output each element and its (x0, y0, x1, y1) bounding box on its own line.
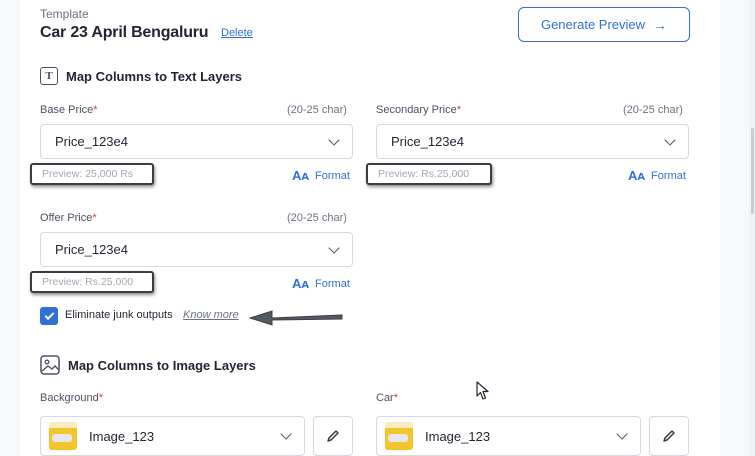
text-layers-section-title: T Map Columns to Text Layers (40, 67, 242, 85)
secondary-price-preview: Preview: Rs.25,000 (366, 163, 492, 185)
offer-price-preview: Preview: Rs.25,000 (30, 271, 154, 293)
offer-price-label-text: Offer Price (40, 212, 93, 224)
scrollbar-thumb[interactable] (751, 128, 754, 214)
offer-price-label: Offer Price* (40, 212, 97, 224)
car-edit-button[interactable] (649, 416, 689, 456)
required-marker: * (92, 212, 97, 224)
secondary-price-format-button[interactable]: Aᴀ Format (628, 168, 686, 183)
annotation-arrow-icon (248, 310, 343, 326)
chevron-down-icon (664, 134, 676, 146)
base-price-label-text: Base Price (40, 104, 94, 116)
car-value: Image_123 (425, 428, 491, 444)
checkmark-icon (44, 309, 54, 320)
background-label-text: Background (40, 392, 99, 404)
background-value: Image_123 (89, 428, 155, 444)
offer-price-format-button[interactable]: Aᴀ Format (292, 276, 350, 291)
format-label: Format (651, 169, 686, 182)
background-select[interactable]: Image_123 (40, 416, 305, 456)
pencil-icon (663, 430, 675, 442)
base-price-label: Base Price* (40, 104, 97, 116)
secondary-price-char-hint: (20-25 char) (623, 104, 683, 116)
base-price-format-button[interactable]: Aᴀ Format (292, 168, 350, 183)
base-price-value: Price_123e4 (55, 134, 128, 149)
text-layer-icon: T (40, 67, 58, 85)
secondary-price-label: Secondary Price* (376, 104, 461, 116)
required-marker: * (93, 104, 98, 116)
eliminate-junk-checkbox[interactable] (40, 307, 58, 325)
image-layers-section-title: Map Columns to Image Layers (40, 355, 256, 375)
arrow-right-icon: → (653, 16, 668, 33)
template-name: Car 23 April Bengaluru (40, 24, 209, 41)
chevron-down-icon (280, 428, 292, 440)
mouse-cursor-icon (476, 381, 489, 400)
pencil-icon (327, 430, 339, 442)
required-marker: * (456, 104, 461, 116)
image-thumbnail (49, 422, 77, 450)
secondary-price-value: Price_123e4 (391, 134, 464, 149)
generate-preview-button[interactable]: Generate Preview → (518, 7, 690, 42)
offer-price-char-hint: (20-25 char) (287, 212, 347, 224)
car-label-text: Car (376, 392, 394, 404)
scrollbar[interactable] (749, 0, 755, 456)
image-layer-icon (40, 355, 60, 375)
required-marker: * (98, 392, 103, 404)
template-label: Template (40, 7, 89, 21)
font-format-icon: Aᴀ (628, 168, 646, 183)
chevron-down-icon (328, 242, 340, 254)
chevron-down-icon (616, 428, 628, 440)
font-format-icon: Aᴀ (292, 168, 310, 183)
offer-price-select[interactable]: Price_123e4 (40, 232, 353, 267)
text-layers-title: Map Columns to Text Layers (66, 68, 243, 84)
page: Template Car 23 April Bengaluru Delete G… (0, 0, 755, 456)
font-format-icon: Aᴀ (292, 276, 310, 291)
eliminate-junk-label: Eliminate junk outputs (65, 309, 173, 321)
secondary-price-label-text: Secondary Price (376, 104, 457, 116)
offer-price-value: Price_123e4 (55, 242, 128, 257)
delete-link[interactable]: Delete (221, 27, 253, 39)
secondary-price-select[interactable]: Price_123e4 (376, 124, 689, 159)
car-label: Car* (376, 392, 398, 404)
chevron-down-icon (328, 134, 340, 146)
format-label: Format (315, 277, 350, 290)
format-label: Format (315, 169, 350, 182)
base-price-char-hint: (20-25 char) (287, 104, 347, 116)
base-price-preview: Preview: 25,000 Rs (30, 163, 154, 185)
base-price-select[interactable]: Price_123e4 (40, 124, 353, 159)
know-more-link[interactable]: Know more (183, 309, 239, 321)
image-layers-title: Map Columns to Image Layers (68, 357, 256, 373)
image-thumbnail (385, 422, 413, 450)
car-select[interactable]: Image_123 (376, 416, 641, 456)
background-edit-button[interactable] (313, 416, 353, 456)
generate-preview-label: Generate Preview (540, 17, 646, 32)
required-marker: * (393, 392, 399, 404)
background-label: Background* (40, 392, 103, 404)
